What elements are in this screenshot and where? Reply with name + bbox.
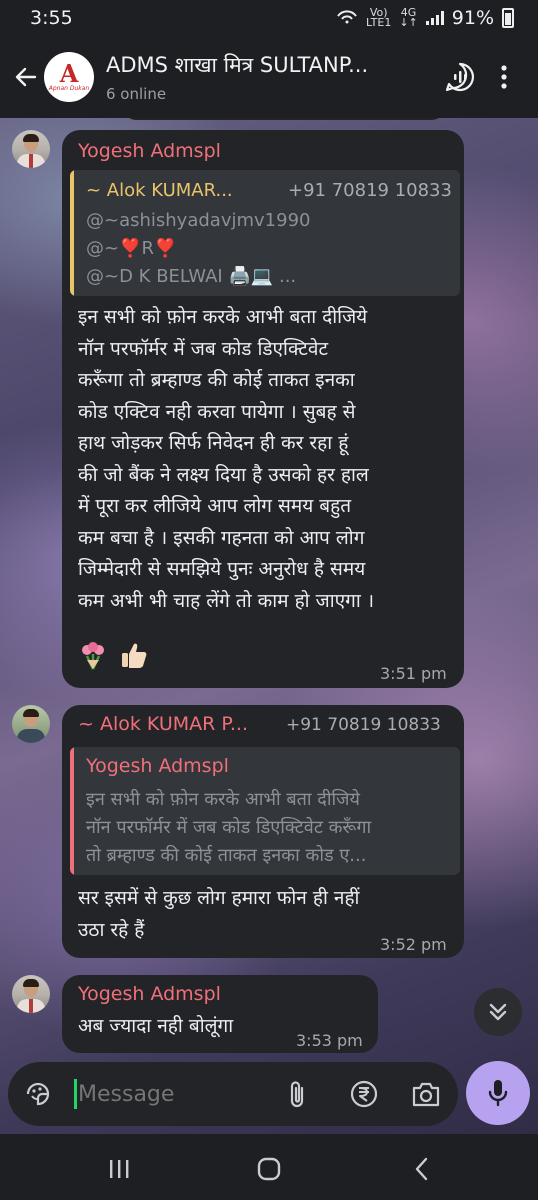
message-line: कोड एक्टिव नही करवा पायेगा । सुबह से xyxy=(78,400,356,423)
back-icon[interactable] xyxy=(406,1156,436,1182)
reply-phone: +91 70819 10833 xyxy=(288,180,452,201)
message-time: 3:53 pm xyxy=(296,1031,363,1050)
rupee-icon[interactable] xyxy=(348,1078,380,1110)
reply-line: इन सभी को फ़ोन करके आभी बता दीजिये xyxy=(86,789,360,810)
reply-line: तो ब्रम्हाण्ड की कोई ताकत इनका कोड ए... xyxy=(86,845,367,866)
sticker-icon[interactable] xyxy=(22,1078,54,1110)
message-line: सर इसमें से कुछ लोग हमारा फोन ही नहीं xyxy=(78,887,360,909)
hotspot-icon xyxy=(336,7,358,29)
voice-chat-icon[interactable] xyxy=(438,55,482,99)
message-line: नॉन परफॉर्मर में जब कोड डिएक्टिवेट xyxy=(78,337,329,360)
reply-quote-bar xyxy=(70,170,74,296)
network-type: 4G ↓↑ xyxy=(399,6,418,29)
reply-quote[interactable]: Yogesh Admspl इन सभी को फ़ोन करके आभी बत… xyxy=(70,747,460,875)
home-icon[interactable] xyxy=(254,1156,284,1182)
battery-label: 91% xyxy=(451,7,494,29)
lte-label: LTE1 xyxy=(366,16,392,29)
text-cursor xyxy=(74,1079,77,1109)
reply-line: @~D K BELWAI 🖨️💻 ... xyxy=(86,266,297,287)
back-arrow-icon[interactable] xyxy=(12,63,40,91)
message-line: कम बचा है । इसकी गहनता को आप लोग xyxy=(78,526,365,549)
status-bar: 3:55 Vo) LTE1 4G ↓↑ 91% xyxy=(0,0,538,36)
chat-subtitle: 6 online xyxy=(106,85,167,103)
reply-sender: Yogesh Admspl xyxy=(86,755,229,777)
message-line: इन सभी को फ़ोन करके आभी बता दीजिये xyxy=(78,306,368,328)
bouquet-icon xyxy=(82,642,104,670)
system-nav-bar xyxy=(0,1134,538,1200)
reply-line: @~ashishyadavjmv1990 xyxy=(86,210,311,231)
message-sender[interactable]: Yogesh Admspl xyxy=(78,140,221,162)
message-text: इन सभी को फ़ोन करके आभी बता दीजिये नॉन प… xyxy=(78,302,462,617)
message-input[interactable] xyxy=(78,1076,278,1112)
avatar[interactable] xyxy=(12,705,50,743)
battery-icon xyxy=(502,8,514,28)
chat-title-block[interactable]: ADMS शाखा मित्र SULTANP... 6 online xyxy=(106,51,438,103)
message-bubble[interactable]: Yogesh Admspl अब ज्यादा नही बोलूंगा 3:53… xyxy=(62,975,378,1053)
message-line: में पूरा कर लीजिये आप लोग समय बहुत xyxy=(78,495,352,517)
reply-line: नॉन परफॉर्मर में जब कोड डिएक्टिवेट करूँग… xyxy=(86,817,372,838)
message-emojis xyxy=(78,640,155,670)
signal-icon xyxy=(425,11,444,25)
double-chevron-down-icon xyxy=(489,1003,507,1021)
status-time: 3:55 xyxy=(30,7,73,29)
message-time: 3:51 pm xyxy=(380,664,447,683)
mic-icon xyxy=(488,1080,508,1107)
chat-title: ADMS शाखा मित्र SULTANP... xyxy=(106,53,369,77)
sender-phone: +91 70819 10833 xyxy=(286,715,441,735)
message-time: 3:52 pm xyxy=(380,935,447,954)
reply-quote-bar xyxy=(70,747,74,875)
more-vert-icon[interactable] xyxy=(482,55,526,99)
message-line: करूँगा तो ब्रम्हाण्ड की कोई ताकत इनका xyxy=(78,369,355,391)
message-text: अब ज्यादा नही बोलूंगा xyxy=(78,1011,233,1043)
recents-icon[interactable] xyxy=(104,1156,134,1182)
reply-quote[interactable]: ~ Alok KUMAR... +91 70819 10833 @~ashish… xyxy=(70,170,460,296)
message-bubble[interactable]: ~ Alok KUMAR P... +91 70819 10833 Yogesh… xyxy=(62,705,464,958)
message-line: की जो बैंक ने लक्ष्य दिया है उसको हर हाल xyxy=(78,463,369,486)
message-line: कम अभी भी चाह लेंगे तो काम हो जाएगा । xyxy=(78,589,375,612)
message-composer xyxy=(8,1062,458,1126)
group-avatar-caption: Apnan Dukan xyxy=(48,84,90,92)
thumbs-up-icon xyxy=(122,643,147,668)
mic-button[interactable] xyxy=(466,1061,530,1125)
reply-line: @~❣️R❣️ xyxy=(86,238,177,259)
network-indicator: Vo) LTE1 xyxy=(366,7,392,29)
avatar[interactable] xyxy=(12,975,50,1013)
message-line: हाथ जोड़कर सिर्फ निवेदन ही कर रहा हूं xyxy=(78,432,349,454)
message-sender[interactable]: Yogesh Admspl xyxy=(78,983,221,1005)
attach-icon[interactable] xyxy=(282,1078,314,1110)
camera-icon[interactable] xyxy=(410,1078,442,1110)
group-avatar-letter: A xyxy=(59,58,79,88)
chat-header: A Apnan Dukan ADMS शाखा मित्र SULTANP...… xyxy=(0,36,538,118)
message-sender[interactable]: ~ Alok KUMAR P... xyxy=(78,713,248,735)
group-avatar[interactable]: A Apnan Dukan xyxy=(44,52,94,102)
reply-sender: ~ Alok KUMAR... xyxy=(86,180,233,201)
message-line: जिम्मेदारी से समझिये पुनः अनुरोध है समय xyxy=(78,558,366,580)
avatar[interactable] xyxy=(12,130,50,168)
scroll-to-bottom-button[interactable] xyxy=(474,988,522,1036)
message-bubble[interactable]: Yogesh Admspl ~ Alok KUMAR... +91 70819 … xyxy=(62,130,464,688)
message-line: अब ज्यादा नही बोलूंगा xyxy=(78,1015,234,1037)
